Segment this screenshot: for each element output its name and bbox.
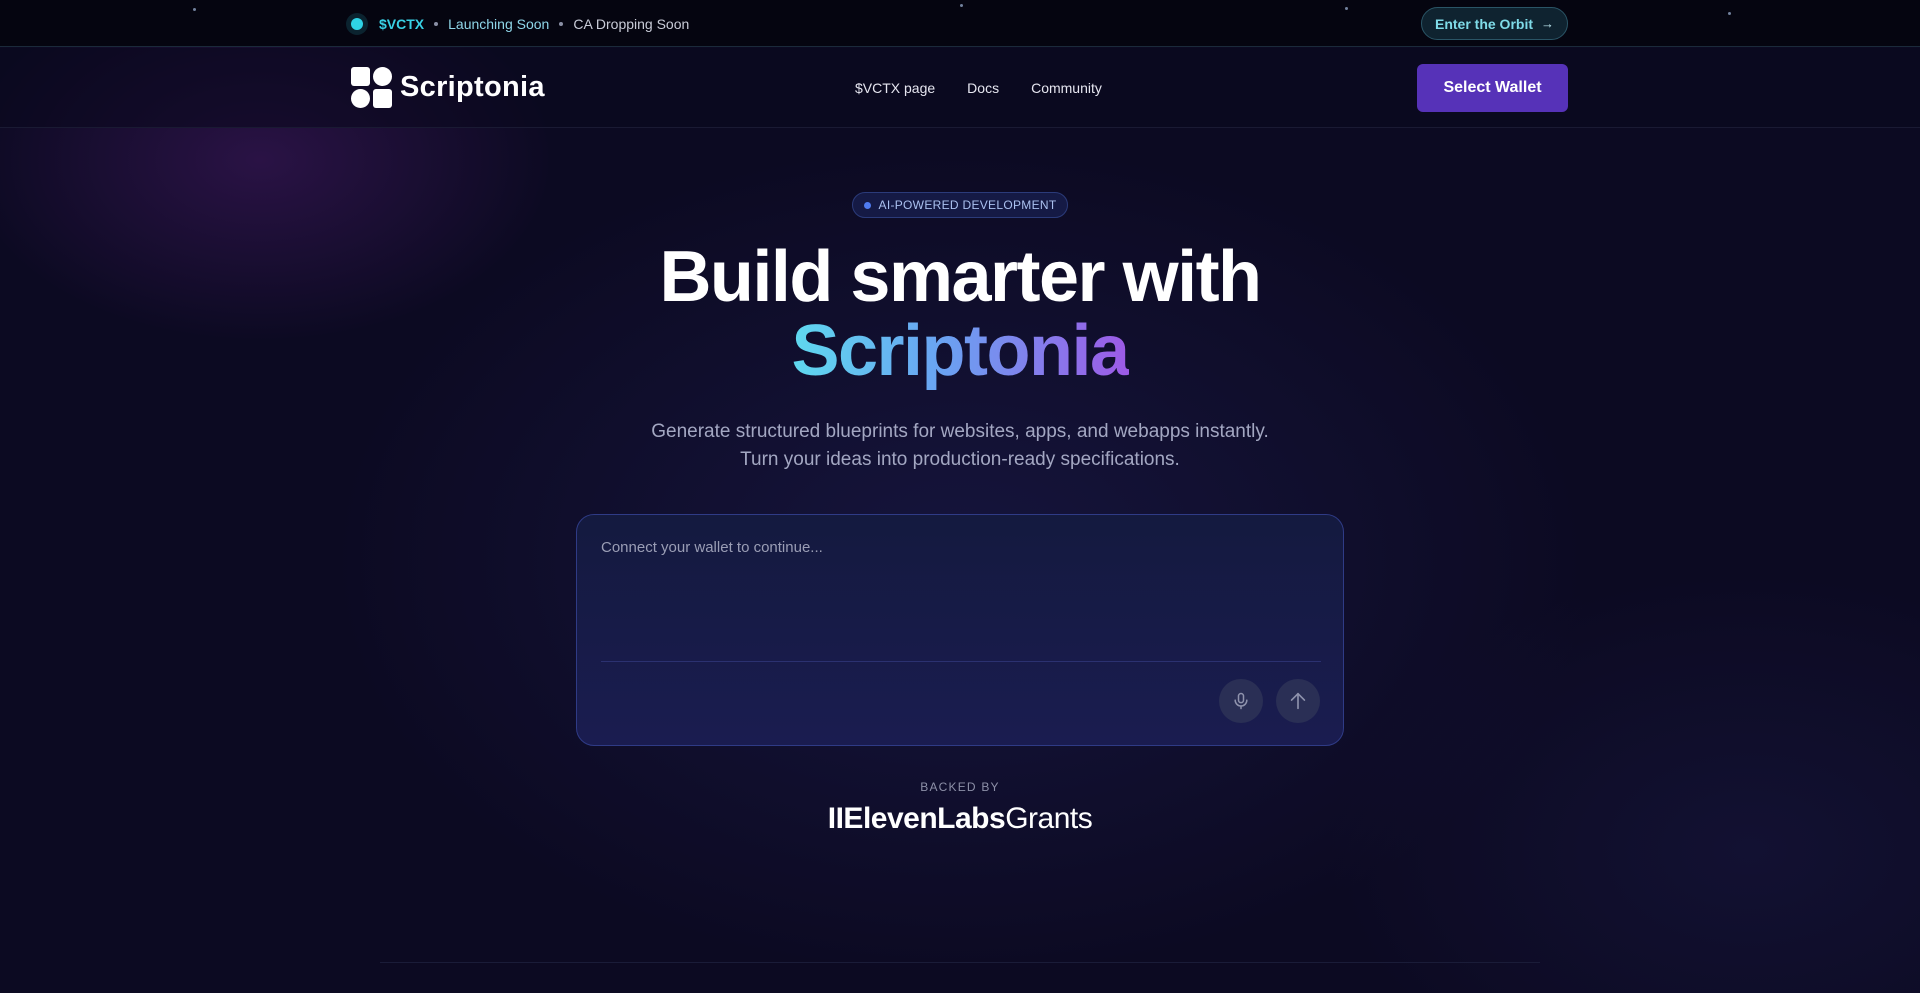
launch-status: Launching Soon <box>448 15 550 32</box>
sponsor-name: IIElevenLabs <box>827 802 1006 835</box>
prompt-input[interactable] <box>601 539 1321 655</box>
star-decoration <box>193 8 196 11</box>
hero-subtitle-line-2: Turn your ideas into production-ready sp… <box>740 449 1180 470</box>
star-decoration <box>1345 7 1348 10</box>
hero-subtitle-line-1: Generate structured blueprints for websi… <box>651 421 1269 442</box>
sponsor-suffix: Grants <box>1005 802 1093 835</box>
main-nav: Scriptonia $VCTX page Docs Community Sel… <box>0 48 1920 128</box>
nav-link-docs[interactable]: Docs <box>967 80 999 96</box>
prompt-divider <box>601 661 1321 662</box>
hero-title-highlight: Scriptonia <box>0 314 1920 388</box>
nav-links: $VCTX page Docs Community <box>855 48 1102 128</box>
brand-logo[interactable]: Scriptonia <box>351 67 545 108</box>
footer-divider <box>380 962 1540 963</box>
sponsor-logo: IIElevenLabsGrants <box>0 802 1920 836</box>
brand-name: Scriptonia <box>400 71 545 103</box>
star-decoration <box>960 4 963 7</box>
logo-mark-icon <box>351 67 392 108</box>
backed-by-label: BACKED BY <box>920 780 1000 794</box>
select-wallet-button[interactable]: Select Wallet <box>1417 64 1568 112</box>
prompt-card <box>576 514 1344 746</box>
background-glow <box>0 0 1920 993</box>
arrow-up-icon <box>1290 692 1306 710</box>
send-button[interactable] <box>1276 679 1320 723</box>
announcement-bar: $VCTX Launching Soon CA Dropping Soon En… <box>0 0 1920 47</box>
microphone-button[interactable] <box>1219 679 1263 723</box>
enter-orbit-label: Enter the Orbit <box>1434 15 1533 32</box>
arrow-right-icon: → <box>1541 16 1554 31</box>
hero-subtitle: Generate structured blueprints for websi… <box>0 418 1920 474</box>
hero-title-brand: Scriptonia <box>791 311 1130 391</box>
nav-link-vctx-page[interactable]: $VCTX page <box>855 80 935 96</box>
token-symbol: $VCTX <box>379 15 425 32</box>
star-decoration <box>1728 12 1731 15</box>
separator-dot-icon <box>559 21 564 26</box>
separator-dot-icon <box>434 21 439 26</box>
feature-badge: AI-POWERED DEVELOPMENT <box>852 192 1068 218</box>
live-dot-icon <box>351 17 363 30</box>
hero-title: Build smarter with <box>659 237 1262 317</box>
nav-link-community[interactable]: Community <box>1031 80 1102 96</box>
ca-status: CA Dropping Soon <box>573 15 690 32</box>
microphone-icon <box>1234 692 1248 710</box>
enter-orbit-button[interactable]: Enter the Orbit → <box>1421 7 1568 40</box>
badge-label: AI-POWERED DEVELOPMENT <box>878 198 1057 212</box>
badge-dot-icon <box>863 201 871 209</box>
token-status: $VCTX Launching Soon CA Dropping Soon <box>351 0 689 47</box>
